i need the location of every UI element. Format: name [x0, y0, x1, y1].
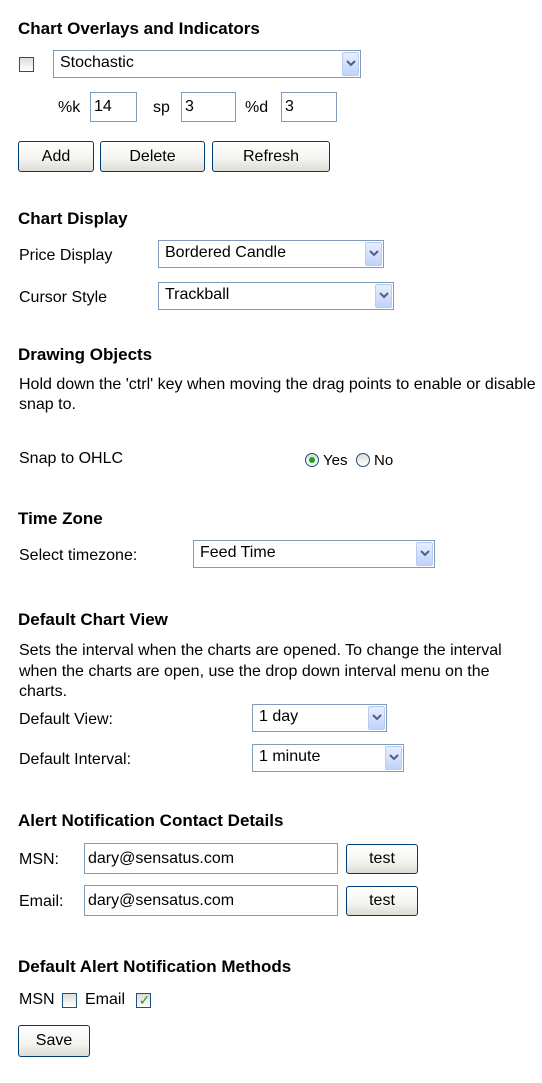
timezone-label: Select timezone: — [19, 547, 138, 564]
radio-selected-dot — [309, 457, 315, 463]
drawing-description: Hold down the 'ctrl' key when moving the… — [19, 376, 536, 413]
indicator-select[interactable]: Stochastic — [53, 50, 361, 78]
default-view-label: Default View: — [19, 711, 113, 728]
msn-method-label: MSN — [19, 991, 55, 1008]
snap-no-radio[interactable] — [356, 453, 370, 467]
overlay-enable-checkbox[interactable] — [19, 57, 34, 72]
price-display-value: Bordered Candle — [165, 244, 286, 261]
chevron-down-icon — [365, 242, 382, 266]
snap-label: Snap to OHLC — [19, 450, 124, 467]
email-test-button[interactable]: test — [346, 886, 418, 916]
drawing-objects-heading: Drawing Objects — [18, 345, 153, 364]
checkmark-icon: ✓ — [138, 992, 151, 1008]
overlays-heading: Chart Overlays and Indicators — [18, 19, 260, 38]
chart-settings-panel: Chart Overlays and Indicators Stochastic… — [0, 0, 542, 1083]
default-view-heading: Default Chart View — [18, 610, 168, 629]
timezone-heading: Time Zone — [18, 509, 103, 528]
default-view-value: 1 day — [259, 708, 299, 725]
cursor-style-label: Cursor Style — [19, 289, 108, 306]
email-contact-label: Email: — [19, 893, 64, 910]
default-interval-label: Default Interval: — [19, 751, 132, 768]
chevron-down-icon — [385, 746, 402, 770]
price-display-select[interactable]: Bordered Candle — [158, 240, 384, 268]
default-view-select[interactable]: 1 day — [252, 704, 387, 732]
timezone-select[interactable]: Feed Time — [193, 540, 435, 568]
save-button[interactable]: Save — [18, 1025, 90, 1057]
indicator-select-value: Stochastic — [60, 54, 134, 71]
chevron-down-icon — [375, 284, 392, 308]
k-label: %k — [58, 99, 81, 116]
msn-contact-label: MSN: — [19, 851, 59, 868]
chart-display-heading: Chart Display — [18, 209, 128, 228]
cursor-style-value: Trackball — [165, 286, 230, 303]
default-view-description: Sets the interval when the charts are op… — [19, 642, 502, 700]
contact-details-heading: Alert Notification Contact Details — [18, 811, 284, 830]
email-method-label: Email — [85, 991, 126, 1008]
price-display-label: Price Display — [19, 247, 113, 264]
snap-yes-label: Yes — [323, 452, 348, 469]
k-input[interactable] — [90, 92, 137, 122]
d-input[interactable] — [281, 92, 337, 122]
chevron-down-icon — [368, 706, 385, 730]
cursor-style-select[interactable]: Trackball — [158, 282, 394, 310]
msn-method-checkbox[interactable] — [62, 993, 77, 1008]
sp-input[interactable] — [181, 92, 236, 122]
d-label: %d — [245, 99, 269, 116]
add-button[interactable]: Add — [18, 141, 94, 172]
default-interval-value: 1 minute — [259, 748, 321, 765]
timezone-value: Feed Time — [200, 544, 276, 561]
msn-contact-input[interactable] — [84, 843, 338, 874]
email-method-checkbox[interactable]: ✓ — [136, 992, 151, 1008]
refresh-button[interactable]: Refresh — [212, 141, 330, 172]
chevron-down-icon — [416, 542, 433, 566]
snap-yes-radio[interactable] — [305, 453, 319, 467]
sp-label: sp — [153, 99, 170, 116]
default-interval-select[interactable]: 1 minute — [252, 744, 404, 772]
email-contact-input[interactable] — [84, 885, 338, 916]
delete-button[interactable]: Delete — [100, 141, 205, 172]
notification-methods-heading: Default Alert Notification Methods — [18, 957, 292, 976]
msn-test-button[interactable]: test — [346, 844, 418, 874]
chevron-down-icon — [342, 52, 359, 76]
snap-no-label: No — [374, 452, 394, 469]
